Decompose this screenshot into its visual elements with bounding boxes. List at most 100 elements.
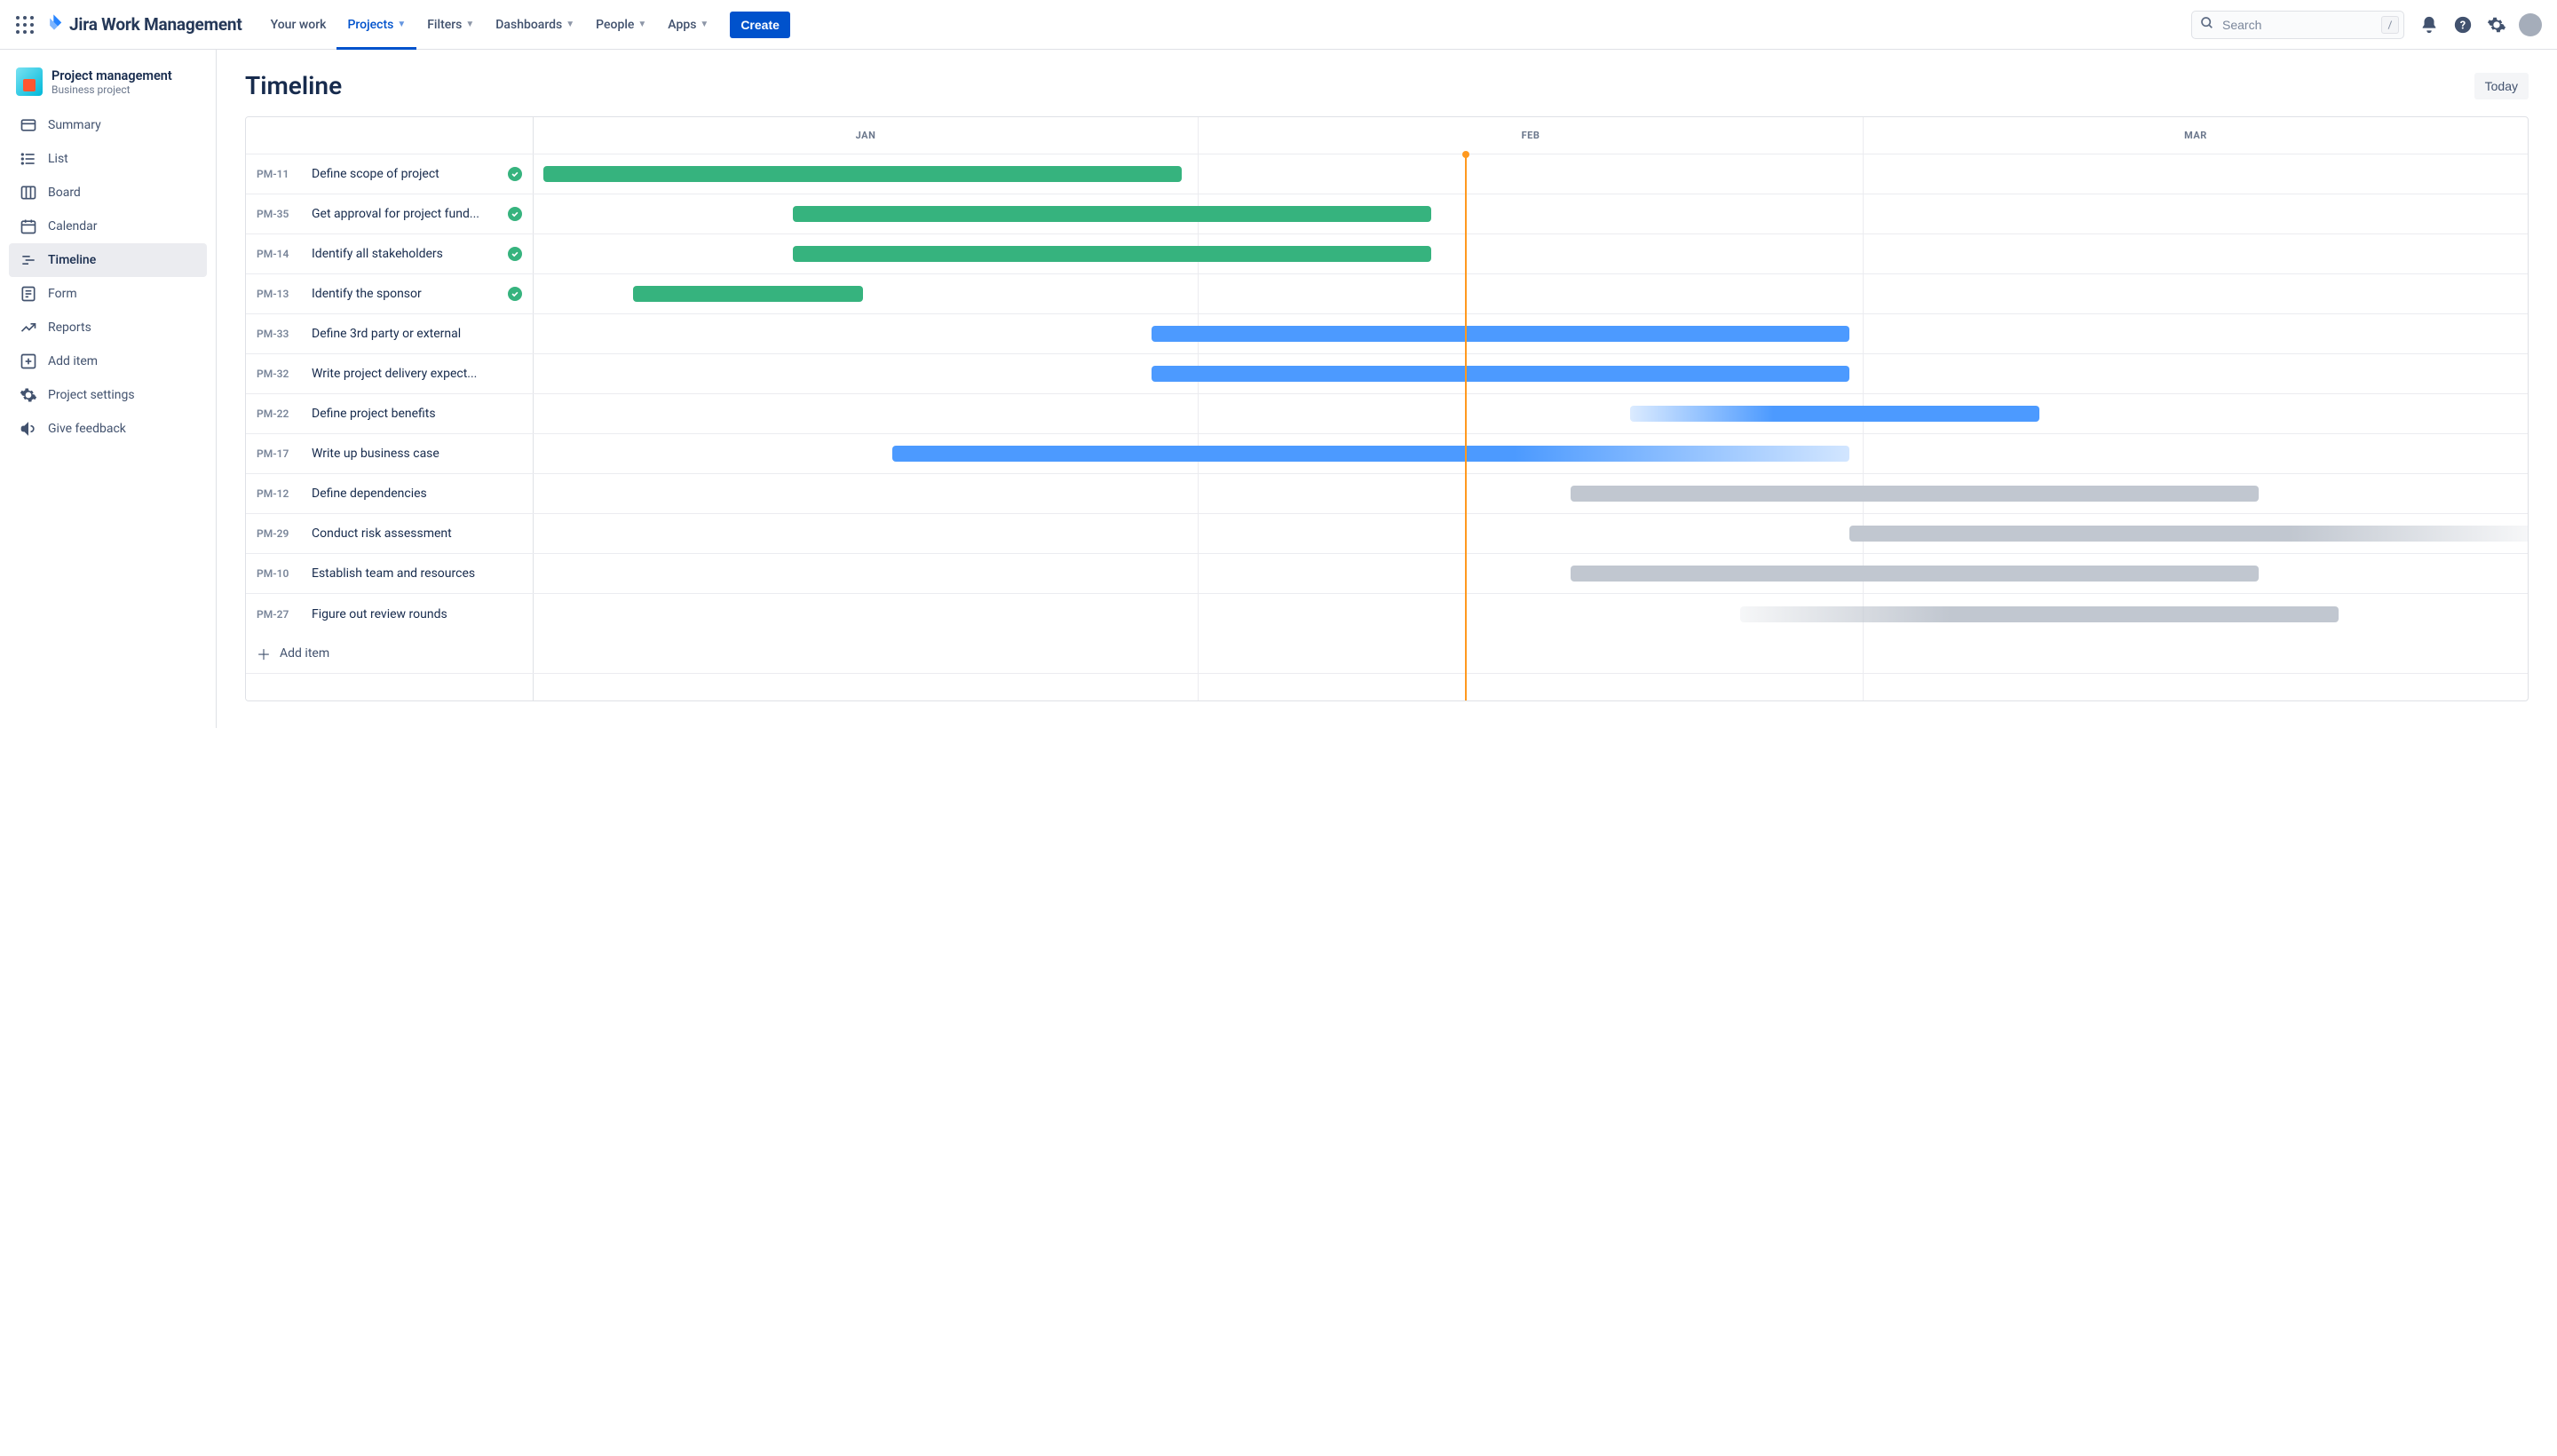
task-title: Identify all stakeholders bbox=[312, 247, 495, 261]
search-wrap: / bbox=[2191, 11, 2404, 39]
sidebar-item-label: Reports bbox=[48, 320, 91, 335]
timeline-bar[interactable] bbox=[793, 206, 1431, 222]
sidebar-item-board[interactable]: Board bbox=[9, 176, 207, 210]
task-row[interactable]: PM-35 Get approval for project fund... bbox=[246, 194, 2528, 234]
svg-text:?: ? bbox=[2460, 19, 2466, 32]
month-header: FEB bbox=[1199, 117, 1864, 154]
create-button[interactable]: Create bbox=[730, 12, 790, 38]
project-name: Project management bbox=[51, 68, 172, 83]
sidebar-item-reports[interactable]: Reports bbox=[9, 311, 207, 344]
timeline-bar[interactable] bbox=[633, 286, 862, 302]
check-icon bbox=[508, 167, 522, 181]
task-row[interactable]: PM-27 Figure out review rounds bbox=[246, 594, 2528, 634]
search-input[interactable] bbox=[2191, 11, 2404, 39]
nav-item-your-work[interactable]: Your work bbox=[260, 0, 337, 50]
nav-item-dashboards[interactable]: Dashboards▼ bbox=[485, 0, 585, 50]
help-icon[interactable]: ? bbox=[2450, 12, 2475, 37]
chevron-down-icon: ▼ bbox=[566, 20, 574, 29]
task-key: PM-22 bbox=[257, 408, 299, 420]
sidebar-item-list[interactable]: List bbox=[9, 142, 207, 176]
task-row[interactable]: PM-33 Define 3rd party or external bbox=[246, 314, 2528, 354]
sidebar-item-timeline[interactable]: Timeline bbox=[9, 243, 207, 277]
profile-avatar[interactable] bbox=[2518, 12, 2543, 37]
task-row[interactable]: PM-32 Write project delivery expect... bbox=[246, 354, 2528, 394]
project-avatar-icon bbox=[16, 67, 43, 96]
nav-item-projects[interactable]: Projects▼ bbox=[336, 0, 416, 50]
notifications-icon[interactable] bbox=[2417, 12, 2442, 37]
task-row[interactable]: PM-11 Define scope of project bbox=[246, 154, 2528, 194]
empty-row bbox=[246, 674, 2528, 700]
chevron-down-icon: ▼ bbox=[465, 20, 474, 29]
form-icon bbox=[20, 285, 37, 303]
sidebar-item-project-settings[interactable]: Project settings bbox=[9, 378, 207, 412]
today-button[interactable]: Today bbox=[2474, 73, 2529, 99]
page-title: Timeline bbox=[245, 71, 342, 100]
task-title: Define 3rd party or external bbox=[312, 327, 522, 341]
task-row[interactable]: PM-22 Define project benefits bbox=[246, 394, 2528, 434]
task-key: PM-12 bbox=[257, 487, 299, 500]
sidebar-item-label: Calendar bbox=[48, 219, 98, 233]
settings-icon[interactable] bbox=[2484, 12, 2509, 37]
task-key: PM-29 bbox=[257, 527, 299, 540]
chevron-down-icon: ▼ bbox=[700, 20, 709, 29]
task-row[interactable]: PM-17 Write up business case bbox=[246, 434, 2528, 474]
timeline-bar[interactable] bbox=[1740, 606, 2339, 622]
add-item-row[interactable]: ＋ Add item bbox=[246, 634, 2528, 674]
task-row[interactable]: PM-12 Define dependencies bbox=[246, 474, 2528, 514]
check-icon bbox=[508, 207, 522, 221]
task-row[interactable]: PM-29 Conduct risk assessment bbox=[246, 514, 2528, 554]
today-indicator bbox=[1465, 154, 1467, 700]
search-icon bbox=[2200, 16, 2214, 34]
chevron-down-icon: ▼ bbox=[397, 20, 406, 29]
task-title: Define scope of project bbox=[312, 167, 495, 181]
timeline-bar[interactable] bbox=[1571, 566, 2259, 582]
timeline-bar[interactable] bbox=[793, 246, 1431, 262]
sidebar-item-label: Project settings bbox=[48, 388, 135, 402]
board-icon bbox=[20, 184, 37, 202]
plusbox-icon bbox=[20, 352, 37, 370]
sidebar-item-summary[interactable]: Summary bbox=[9, 108, 207, 142]
timeline-bar[interactable] bbox=[1152, 326, 1849, 342]
task-key: PM-17 bbox=[257, 447, 299, 460]
jira-logo-icon bbox=[44, 13, 64, 36]
task-key: PM-11 bbox=[257, 168, 299, 180]
sidebar-item-label: Form bbox=[48, 287, 77, 301]
app-switcher-icon[interactable] bbox=[14, 14, 36, 36]
timeline-bar[interactable] bbox=[1571, 486, 2259, 502]
gear-icon bbox=[20, 386, 37, 404]
task-title: Figure out review rounds bbox=[312, 607, 522, 621]
sidebar-item-form[interactable]: Form bbox=[9, 277, 207, 311]
nav-item-filters[interactable]: Filters▼ bbox=[416, 0, 485, 50]
sidebar-item-calendar[interactable]: Calendar bbox=[9, 210, 207, 243]
megaphone-icon bbox=[20, 420, 37, 438]
timeline-bar[interactable] bbox=[892, 446, 1849, 462]
task-title: Identify the sponsor bbox=[312, 287, 495, 301]
project-type: Business project bbox=[51, 83, 172, 96]
avatar-icon bbox=[2519, 13, 2542, 36]
sidebar-item-label: Give feedback bbox=[48, 422, 126, 436]
timeline-header-row: JAN FEB MAR bbox=[246, 117, 2528, 154]
timeline-bar[interactable] bbox=[1849, 526, 2528, 542]
task-row[interactable]: PM-13 Identify the sponsor bbox=[246, 274, 2528, 314]
sidebar-item-label: Timeline bbox=[48, 253, 96, 267]
nav-item-people[interactable]: People▼ bbox=[585, 0, 657, 50]
list-icon bbox=[20, 150, 37, 168]
task-row[interactable]: PM-10 Establish team and resources bbox=[246, 554, 2528, 594]
timeline-bar[interactable] bbox=[543, 166, 1182, 182]
primary-nav: Your workProjects▼Filters▼Dashboards▼Peo… bbox=[260, 0, 720, 49]
task-key: PM-10 bbox=[257, 567, 299, 580]
product-logo[interactable]: Jira Work Management bbox=[44, 13, 242, 36]
sidebar-item-add-item[interactable]: Add item bbox=[9, 344, 207, 378]
nav-item-apps[interactable]: Apps▼ bbox=[657, 0, 719, 50]
search-shortcut-badge: / bbox=[2381, 16, 2399, 34]
task-key: PM-13 bbox=[257, 288, 299, 300]
calendar-icon bbox=[20, 218, 37, 235]
task-row[interactable]: PM-14 Identify all stakeholders bbox=[246, 234, 2528, 274]
timeline-bar[interactable] bbox=[1630, 406, 2038, 422]
sidebar-item-give-feedback[interactable]: Give feedback bbox=[9, 412, 207, 446]
task-title: Conduct risk assessment bbox=[312, 526, 522, 541]
month-header: JAN bbox=[534, 117, 1199, 154]
sidebar: Project management Business project Summ… bbox=[0, 50, 217, 728]
timeline-bar[interactable] bbox=[1152, 366, 1849, 382]
project-header[interactable]: Project management Business project bbox=[9, 62, 207, 108]
